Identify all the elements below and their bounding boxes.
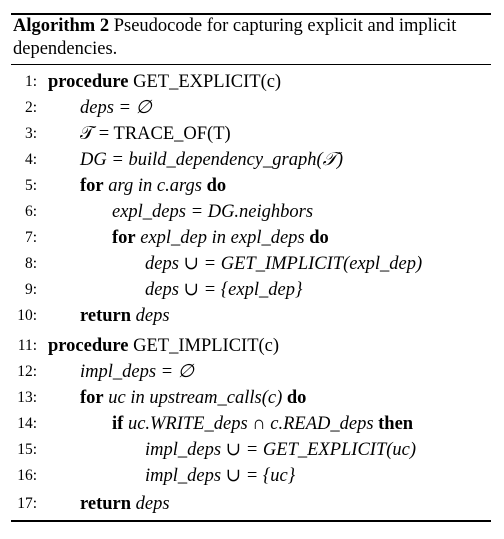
code-text: for expl_dep in expl_deps do [112,225,329,251]
code-text: impl_deps ∪ = {uc} [145,466,296,486]
line-number: 1: [24,73,37,90]
code-line-6: 6: expl_deps = DG.neighbors [0,199,504,225]
code-line-9: 9: deps ∪ = {expl_dep} [0,277,504,303]
keyword: if [112,414,124,434]
code-line-1: 1: procedure GET_EXPLICIT(c) [0,69,504,95]
bottom-rule [11,520,491,522]
line-number: 2: [24,99,37,116]
code-line-2: 2: deps = ∅ [0,95,504,121]
code-rest: deps [131,494,170,514]
code-text: procedure GET_EXPLICIT(c) [48,69,281,95]
line-number: 15: [17,441,37,458]
code-text: deps = ∅ [80,98,152,118]
code-rest: arg in c.args [103,176,207,196]
line-number: 5: [24,177,37,194]
code-text: deps ∪ = {expl_dep} [145,280,303,300]
line-number: 7: [24,229,37,246]
algorithm-caption: Algorithm 2 Pseudocode for capturing exp… [13,15,491,61]
line-number: 14: [17,415,37,432]
code-text: for arg in c.args do [80,173,226,199]
line-number: 12: [17,363,37,380]
keyword: procedure [48,72,129,92]
keyword: procedure [48,336,129,356]
code-text: impl_deps ∪ = GET_EXPLICIT(uc) [145,440,417,460]
code-line-3: 3: 𝒯 = TRACE_OF(T) [0,121,504,147]
code-rest: GET_EXPLICIT(c) [128,72,282,92]
keyword: for [80,388,104,408]
code-rest: GET_IMPLICIT(c) [128,336,280,356]
algorithm-label: Algorithm 2 [13,16,110,36]
line-number: 17: [17,495,37,512]
code-line-10: 10: return deps [0,303,504,329]
keyword: for [80,176,104,196]
keyword: do [206,176,227,196]
code-line-7: 7: for expl_dep in expl_deps do [0,225,504,251]
code-text: procedure GET_IMPLICIT(c) [48,333,279,359]
code-text: DG = build_dependency_graph(𝒯) [80,150,343,170]
code-line-13: 13: for uc in upstream_calls(c) do [0,385,504,411]
caption-rule [11,64,491,65]
code-text: deps ∪ = GET_IMPLICIT(expl_dep) [145,254,423,274]
keyword: do [286,388,307,408]
code-line-15: 15: impl_deps ∪ = GET_EXPLICIT(uc) [0,437,504,463]
line-number: 11: [17,337,37,354]
line-number: 9: [24,281,37,298]
line-number: 10: [17,307,37,324]
keyword: return [80,494,132,514]
code-text: for uc in upstream_calls(c) do [80,385,306,411]
line-number: 4: [24,151,37,168]
code-text: impl_deps = ∅ [80,362,194,382]
code-text: expl_deps = DG.neighbors [112,202,314,222]
code-rest: deps [131,306,170,326]
code-text: return deps [80,491,170,517]
code-rest: uc in upstream_calls(c) [103,388,287,408]
keyword: return [80,306,132,326]
code-line-14: 14: if uc.WRITE_deps ∩ c.READ_deps then [0,411,504,437]
line-number: 6: [24,203,37,220]
code-text: 𝒯 = TRACE_OF(T) [80,124,231,144]
keyword: for [112,228,136,248]
keyword: then [378,414,414,434]
code-line-8: 8: deps ∪ = GET_IMPLICIT(expl_dep) [0,251,504,277]
line-number: 16: [17,467,37,484]
line-number: 3: [24,125,37,142]
code-line-17: 17: return deps [0,491,504,517]
code-line-11: 11: procedure GET_IMPLICIT(c) [0,333,504,359]
code-text: return deps [80,303,170,329]
code-text: if uc.WRITE_deps ∩ c.READ_deps then [112,411,413,437]
line-number: 8: [24,255,37,272]
code-line-12: 12: impl_deps = ∅ [0,359,504,385]
code-line-4: 4: DG = build_dependency_graph(𝒯) [0,147,504,173]
line-number: 13: [17,389,37,406]
code-line-5: 5: for arg in c.args do [0,173,504,199]
code-rest: expl_dep in expl_deps [135,228,310,248]
keyword: do [309,228,329,248]
code-rest: uc.WRITE_deps ∩ c.READ_deps [123,414,379,434]
code-line-16: 16: impl_deps ∪ = {uc} [0,463,504,489]
